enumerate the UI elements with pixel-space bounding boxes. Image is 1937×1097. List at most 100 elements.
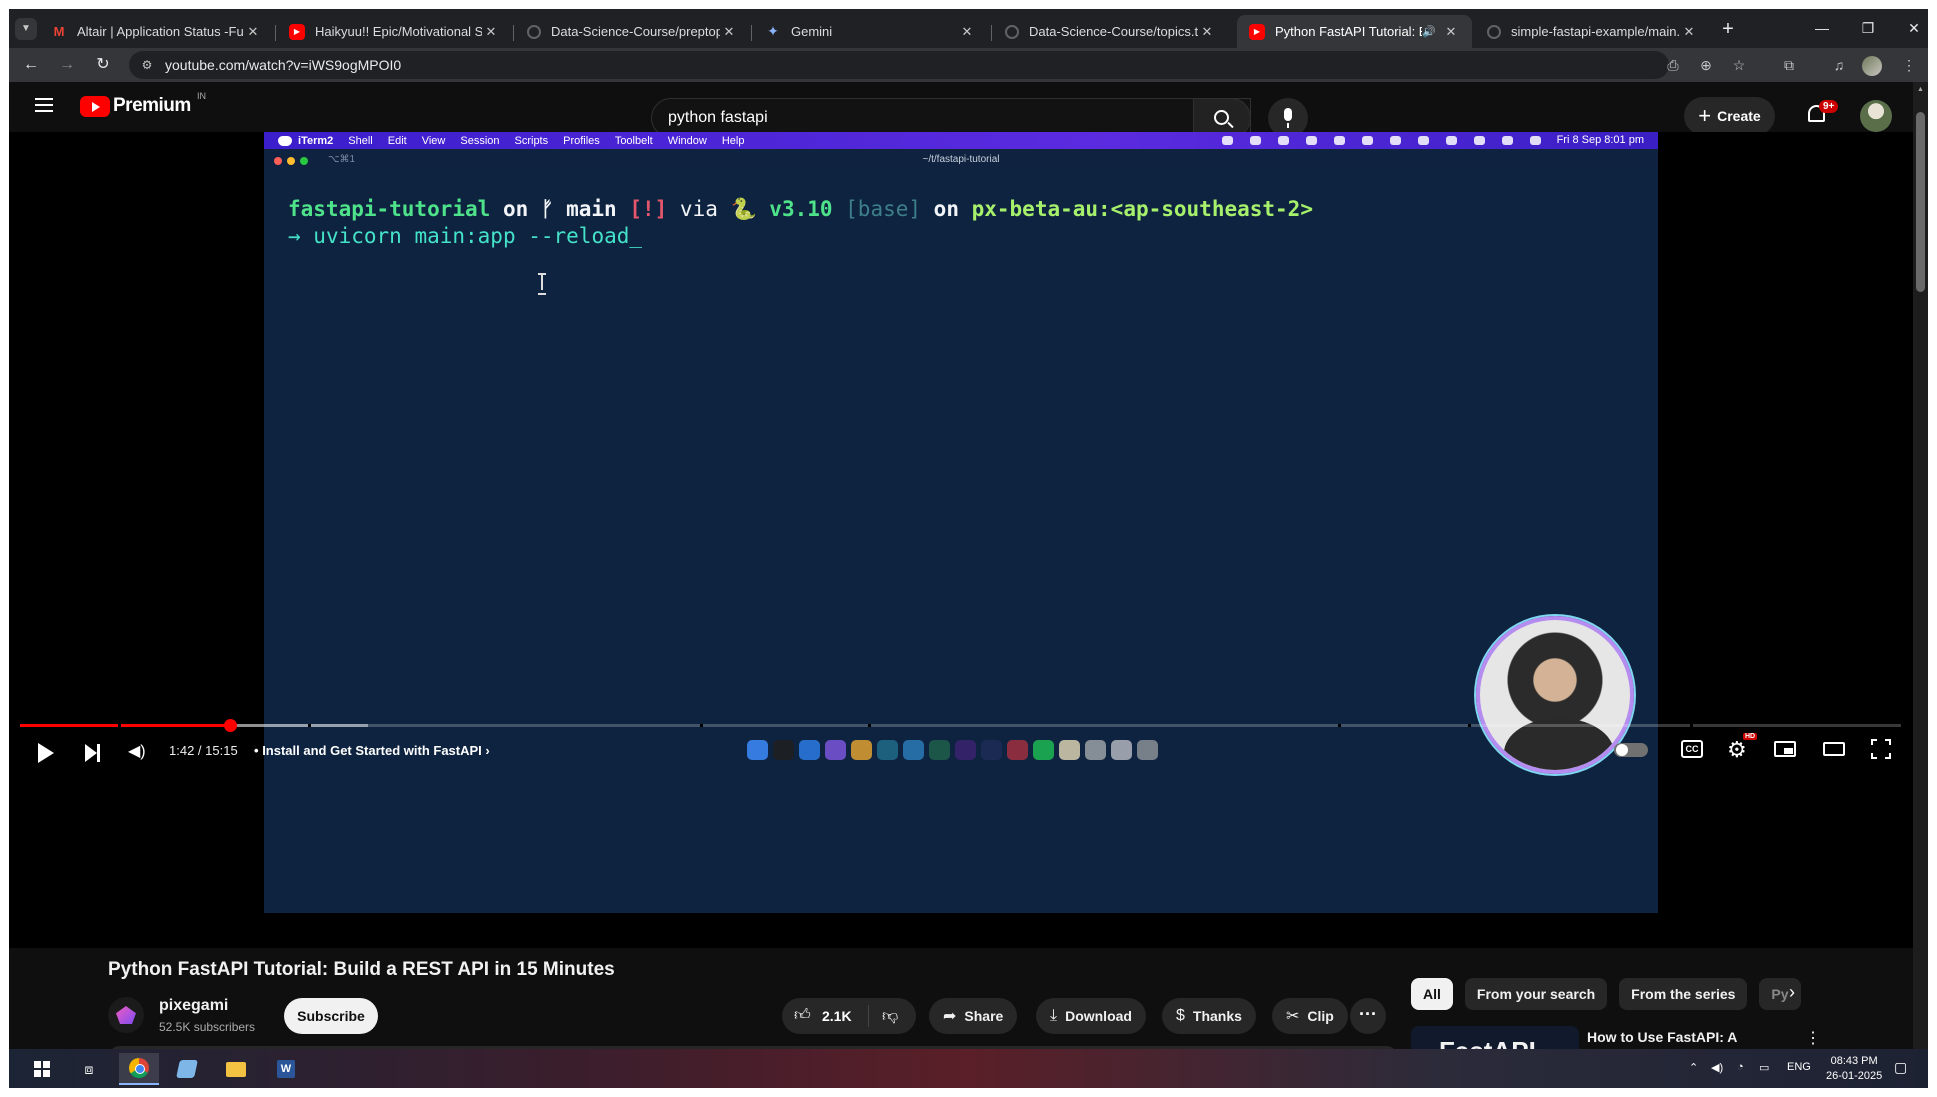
notification-center-icon[interactable]: ▢ [1894,1059,1907,1076]
tab-main-py[interactable]: simple-fastapi-example/main.p ✕ [1475,15,1710,48]
more-actions-icon[interactable]: ··· [1350,998,1386,1034]
notifications-button[interactable]: 9+ [1805,100,1839,128]
folder-icon [1111,740,1132,760]
volume-tray-icon[interactable]: ◀) [1711,1061,1723,1074]
speaker-icon[interactable]: 🔊 [1422,25,1436,38]
captions-icon[interactable]: CC [1681,740,1703,758]
thanks-button[interactable]: $ Thanks [1162,998,1256,1034]
like-count[interactable]: 2.1K [822,1008,852,1024]
close-tab-icon[interactable]: ✕ [482,24,500,40]
settings-gear-icon[interactable]: ⚙ [1727,737,1747,763]
taskbar-app[interactable] [167,1053,207,1085]
tab-topics[interactable]: Data-Science-Course/topics.txt ✕ [993,15,1228,48]
video-frame[interactable]: iTerm2 Shell Edit View Session Scripts P… [264,132,1658,913]
tab-search-button[interactable]: ▼ [15,18,37,40]
tray-icon [1221,135,1233,145]
close-tab-icon[interactable]: ✕ [958,24,976,40]
thumbs-down-icon[interactable]: 👎︎ [882,1007,898,1026]
minimize-button[interactable]: — [1799,9,1845,48]
close-tab-icon[interactable]: ✕ [1442,24,1460,40]
scrollbar-thumb[interactable] [1916,112,1925,292]
more-vert-icon[interactable]: ⋮ [1805,1028,1821,1048]
terminal-titlebar: ⌥⌘1 ~/t/fastapi-tutorial [264,149,1658,173]
terminal-icon [773,740,794,760]
install-app-icon[interactable]: ⎙ [1659,51,1687,79]
miniplayer-icon[interactable] [1774,741,1796,757]
tray-icon [1501,135,1513,145]
youtube-premium-logo[interactable]: Premium IN [80,91,206,117]
wifi-icon[interactable]: ◔ [1737,1061,1744,1073]
chevron-right-icon[interactable]: › [1789,982,1795,1003]
zoom-icon[interactable]: ⊕ [1692,51,1720,79]
back-arrow-icon[interactable]: ← [17,51,45,79]
share-button[interactable]: ➦ Share [929,998,1018,1034]
system-clock[interactable]: 08:43 PM 26-01-2025 [1826,1054,1882,1084]
scroll-up-icon[interactable]: ▲ [1917,86,1924,93]
subscribe-button[interactable]: Subscribe [284,998,378,1034]
chip-from-search[interactable]: From your search [1464,978,1608,1010]
battery-icon[interactable]: ▭ [1759,1061,1769,1074]
chapter-title[interactable]: • Install and Get Started with FastAPI › [254,743,490,758]
address-bar[interactable]: ⚙ youtube.com/watch?v=iWS9ogMPOI0 [129,51,1669,79]
account-avatar[interactable] [1860,100,1892,132]
kebab-menu-icon[interactable]: ⋮ [1895,51,1923,79]
volume-icon[interactable]: ◀) [128,741,146,761]
media-control-icon[interactable]: ♫ [1825,51,1853,79]
channel-name[interactable]: pixegami [159,997,228,1015]
app-icon [1085,740,1106,760]
taskbar-word[interactable]: W [266,1053,306,1085]
tab-title: Gemini [791,24,833,39]
chapter-marker [1690,724,1693,727]
close-tab-icon[interactable]: ✕ [1680,24,1698,40]
site-info-icon[interactable]: ⚙ [137,55,157,75]
fullscreen-icon[interactable] [1871,739,1891,759]
extensions-icon[interactable]: ⧉ [1775,51,1803,79]
tab-preptopic[interactable]: Data-Science-Course/preptopic ✕ [515,15,750,48]
close-tab-icon[interactable]: ✕ [720,24,738,40]
chapter-marker [118,724,121,727]
channel-avatar[interactable] [108,997,144,1033]
download-button[interactable]: ⤓ Download [1036,998,1146,1034]
chip-from-series[interactable]: From the series [1619,978,1748,1010]
prompt-via: via [667,197,731,221]
theater-mode-icon[interactable] [1823,742,1845,756]
taskbar-file-explorer[interactable] [216,1053,256,1085]
youtube-icon: ▶ [1249,23,1265,40]
next-video-icon[interactable] [85,744,100,762]
tray-icon [1417,135,1429,145]
close-tab-icon[interactable]: ✕ [244,24,262,40]
video-player[interactable]: iTerm2 Shell Edit View Session Scripts P… [9,132,1913,948]
autoplay-toggle[interactable] [1614,743,1648,757]
create-button[interactable]: + Create [1684,97,1775,135]
hamburger-menu-icon[interactable] [35,98,53,112]
profile-avatar[interactable] [1862,56,1882,76]
finder-icon [747,740,768,760]
tab-gemini[interactable]: ✦ Gemini ✕ [753,15,988,48]
start-button[interactable] [22,1053,62,1085]
show-hidden-icons[interactable]: ⌃ [1689,1061,1698,1074]
forward-arrow-icon[interactable]: → [53,51,81,79]
tab-altair[interactable]: M Altair | Application Status -Fullst ✕ [39,15,274,48]
progress-bar[interactable] [20,719,1901,732]
task-view-icon[interactable]: ⧈ [69,1053,109,1085]
tab-haikyuu[interactable]: ▶ Haikyuu!! Epic/Motivational Sou ✕ [277,15,512,48]
thumbs-up-icon[interactable]: 👍︎ [794,1006,811,1025]
clip-button[interactable]: ✂ Clip [1272,998,1348,1034]
menu-item: Edit [387,134,407,147]
search-input[interactable] [668,107,1148,129]
bookmark-star-icon[interactable]: ☆ [1725,51,1753,79]
new-tab-button[interactable]: + [1714,15,1742,43]
microphone-icon [1284,108,1292,128]
page-scrollbar[interactable]: ▲ ▼ [1913,82,1928,1088]
chrome-icon [851,740,872,760]
chip-all[interactable]: All [1411,978,1453,1010]
restore-button[interactable]: ❐ [1845,9,1891,48]
menu-item: Scripts [514,134,549,147]
play-icon[interactable] [38,743,54,763]
taskbar-chrome[interactable] [119,1053,159,1085]
close-window-button[interactable]: ✕ [1891,9,1928,48]
close-tab-icon[interactable]: ✕ [1198,24,1216,40]
language-indicator[interactable]: ENG [1787,1061,1811,1073]
reload-icon[interactable]: ↻ [89,51,117,79]
tab-fastapi-tutorial[interactable]: ▶ Python FastAPI Tutorial: Bu 🔊 ✕ [1237,15,1472,48]
